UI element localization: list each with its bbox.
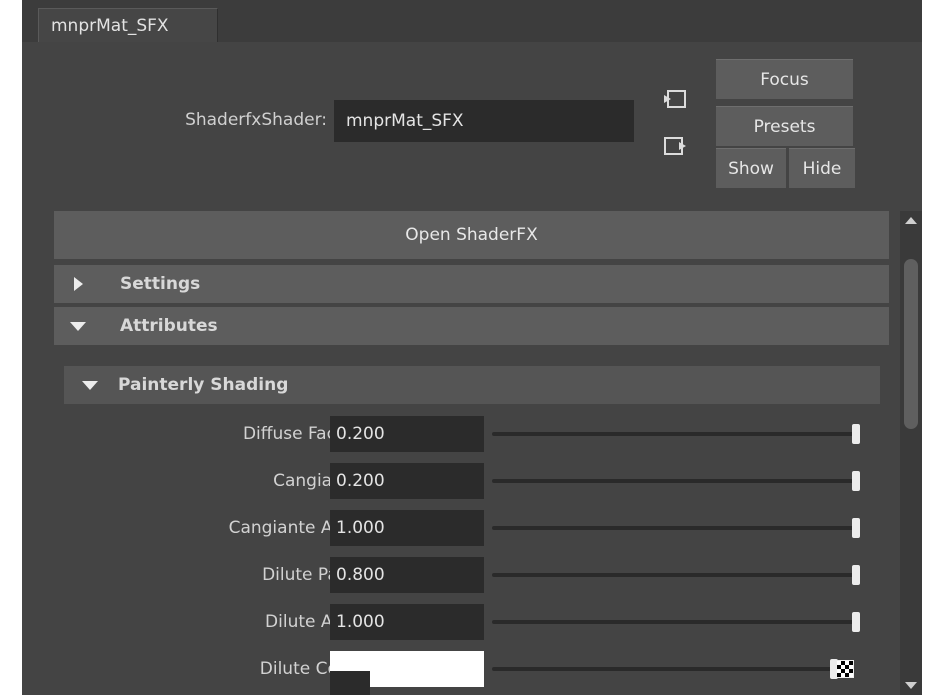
section-attributes[interactable]: Attributes — [54, 307, 889, 345]
section-label: Settings — [120, 274, 201, 294]
input-connections-icon[interactable] — [662, 88, 688, 110]
attr-row-cangiante-area: Cangiante Area 1.000 — [54, 508, 889, 548]
attr-row-diffuse-factor: Diffuse Factor 0.200 — [54, 414, 889, 454]
attr-slider-track[interactable] — [492, 432, 860, 436]
attr-row-dilute-area: Dilute Area 1.000 — [54, 602, 889, 642]
vertical-scrollbar[interactable] — [900, 211, 922, 695]
texture-map-icon[interactable] — [836, 660, 854, 678]
open-shaderfx-button[interactable]: Open ShaderFX — [54, 211, 889, 259]
attr-slider-handle[interactable] — [852, 518, 860, 538]
attr-slider-handle[interactable] — [852, 612, 860, 632]
scrollbar-thumb[interactable] — [904, 259, 918, 429]
expanded-arrow-icon — [82, 381, 98, 390]
hide-button[interactable]: Hide — [789, 148, 855, 188]
attr-value-field[interactable]: 0.800 — [330, 557, 484, 593]
presets-button[interactable]: Presets — [716, 106, 853, 146]
expanded-arrow-icon — [70, 322, 86, 331]
section-settings[interactable]: Settings — [54, 265, 889, 303]
show-button[interactable]: Show — [716, 148, 786, 188]
attr-slider-track[interactable] — [492, 620, 860, 624]
subsection-painterly-shading[interactable]: Painterly Shading — [64, 366, 880, 404]
attr-row-dilute-paint: Dilute Paint 0.800 — [54, 555, 889, 595]
focus-button[interactable]: Focus — [716, 59, 853, 99]
attr-value-field-partial[interactable] — [330, 671, 370, 695]
attr-slider-track[interactable] — [492, 526, 860, 530]
section-label: Attributes — [120, 316, 218, 336]
tab-mnprmat-sfx[interactable]: mnprMat_SFX — [38, 8, 218, 42]
attr-value-field[interactable]: 1.000 — [330, 604, 484, 640]
attr-slider-track[interactable] — [492, 667, 836, 671]
attr-value-field[interactable]: 0.200 — [330, 463, 484, 499]
attr-slider-handle[interactable] — [852, 471, 860, 491]
attribute-editor-panel: mnprMat_SFX ShaderfxShader: mnprMat_SFX … — [22, 0, 922, 695]
tab-bar: mnprMat_SFX — [22, 0, 922, 42]
attr-slider-track[interactable] — [492, 479, 860, 483]
shader-name-field[interactable]: mnprMat_SFX — [334, 100, 634, 142]
collapsed-arrow-icon — [74, 277, 83, 291]
attribute-scroll-area: Open ShaderFX Settings Attributes Painte… — [54, 211, 889, 695]
attr-row-cangiante: Cangiante 0.200 — [54, 461, 889, 501]
subsection-label: Painterly Shading — [118, 375, 289, 395]
attr-slider-handle[interactable] — [852, 424, 860, 444]
attr-value-field[interactable]: 0.200 — [330, 416, 484, 452]
attr-row-dilute-color: Dilute Color — [54, 649, 889, 689]
attr-slider-track[interactable] — [492, 573, 860, 577]
attr-value-field[interactable]: 1.000 — [330, 510, 484, 546]
output-connections-icon[interactable] — [662, 135, 688, 157]
attr-slider-handle[interactable] — [852, 565, 860, 585]
scroll-down-arrow-icon[interactable] — [905, 682, 917, 689]
shader-type-label: ShaderfxShader: — [185, 110, 327, 130]
scroll-up-arrow-icon[interactable] — [905, 217, 917, 224]
